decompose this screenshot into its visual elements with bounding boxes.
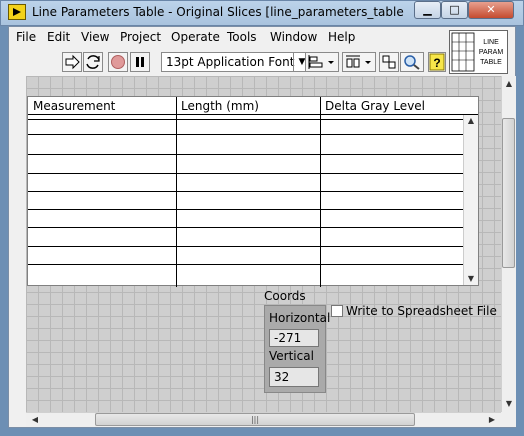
context-help-button[interactable]: ? [428,52,446,72]
table-row[interactable] [28,134,464,135]
pause-icon [136,57,144,67]
vi-icon-graphic: LINE PARAM TABLE [451,32,504,72]
align-objects-button[interactable] [305,52,339,72]
svg-text:?: ? [433,56,440,70]
table-header: Measurement Length (mm) Delta Gray Level [28,97,478,115]
run-continuous-icon [86,55,100,69]
context-help-icon: ? [429,53,445,71]
abort-icon [111,55,125,69]
table-row[interactable] [28,191,464,192]
column-header-measurement[interactable]: Measurement [33,99,115,113]
run-arrow-icon [65,54,80,70]
menu-help[interactable]: Help [328,30,355,44]
font-ring-dropdown[interactable]: 13pt Application Font ▼ [161,52,311,72]
scroll-down-icon[interactable]: ▼ [502,398,516,410]
align-objects-icon [308,55,334,69]
table-row[interactable] [28,119,464,120]
resize-objects-icon [382,55,396,69]
column-header-length[interactable]: Length (mm) [181,99,259,113]
coords-cluster-label: Coords [264,289,306,303]
scroll-up-icon[interactable]: ▲ [464,115,478,127]
horizontal-value-field[interactable]: -271 [269,329,319,347]
run-continuous-button[interactable] [83,52,103,72]
menu-bar: File Edit View Project Operate Tools Win… [9,28,445,48]
table-row[interactable] [28,246,464,247]
table-row[interactable] [28,264,464,265]
pause-button[interactable] [130,52,150,72]
abort-button[interactable] [108,52,128,72]
panel-horizontal-scroll-thumb[interactable]: ||| [95,413,415,426]
vertical-label: Vertical [269,349,314,363]
menu-project[interactable]: Project [120,30,161,44]
font-ring-value: 13pt Application Font [166,55,295,69]
size-grip[interactable] [501,412,516,427]
close-button[interactable]: ✕ [468,1,514,19]
scroll-up-icon[interactable]: ▲ [502,78,516,90]
measurement-table[interactable]: Measurement Length (mm) Delta Gray Level… [27,96,479,287]
column-divider[interactable] [176,97,177,287]
column-header-delta-gray[interactable]: Delta Gray Level [325,99,425,113]
table-row[interactable] [28,227,464,228]
column-divider[interactable] [320,97,321,287]
toolbar: 13pt Application Font ▼ ? [9,50,446,74]
scroll-right-icon[interactable]: ▶ [485,414,499,426]
table-row[interactable] [28,154,464,155]
window-title: Line Parameters Table - Original Slices … [32,5,407,19]
run-arrow-button[interactable] [62,52,82,72]
write-spreadsheet-label[interactable]: Write to Spreadsheet File [346,304,497,318]
menu-view[interactable]: View [81,30,109,44]
write-spreadsheet-checkbox[interactable] [331,305,343,317]
maximize-button[interactable]: □ [441,1,468,19]
scroll-down-icon[interactable]: ▼ [464,273,478,285]
vi-icon[interactable]: LINE PARAM TABLE [449,30,508,74]
vi-icon-line3: TABLE [480,59,502,66]
resize-objects-button[interactable] [379,52,399,72]
menu-tools[interactable]: Tools [227,30,257,44]
vi-icon-line1: LINE [483,39,499,46]
table-scrollbar[interactable]: ▲ ▼ [463,115,478,285]
panel-vertical-scroll-thumb[interactable] [502,118,515,268]
vi-icon-line2: PARAM [479,49,504,56]
minimize-button[interactable]: ▁ [414,1,441,19]
table-row[interactable] [28,209,464,210]
distribute-objects-button[interactable] [342,52,376,72]
vertical-value-field[interactable]: 32 [269,367,319,387]
scroll-left-icon[interactable]: ◀ [28,414,42,426]
distribute-objects-icon [346,55,371,68]
search-icon [404,55,420,70]
menu-window[interactable]: Window [270,30,317,44]
search-button[interactable] [400,52,424,72]
menu-edit[interactable]: Edit [47,30,70,44]
menu-file[interactable]: File [16,30,36,44]
labview-app-icon[interactable] [8,4,26,20]
menu-operate[interactable]: Operate [171,30,220,44]
table-row[interactable] [28,173,464,174]
horizontal-label: Horizontal [269,311,331,325]
